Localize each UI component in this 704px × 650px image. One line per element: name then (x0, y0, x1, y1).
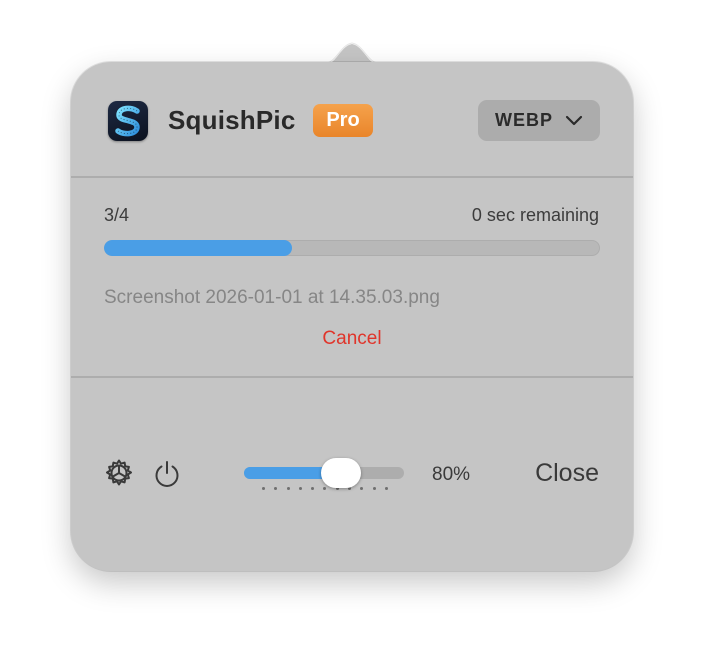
progress-bar (104, 240, 600, 256)
settings-button[interactable] (104, 458, 134, 488)
format-select-value: WEBP (495, 110, 553, 130)
slider-tick (286, 487, 290, 490)
quality-slider[interactable] (244, 458, 406, 498)
close-button[interactable]: Close (535, 459, 599, 488)
slider-tick (274, 487, 278, 490)
quality-slider-ticks (262, 487, 388, 491)
popover-panel: SquishPic Pro WEBP 3/4 0 sec remaining S… (71, 62, 633, 571)
quality-slider-thumb[interactable] (321, 458, 361, 488)
progress-bar-fill (104, 240, 293, 256)
format-select[interactable]: WEBP (478, 100, 600, 141)
popover-window: SquishPic Pro WEBP 3/4 0 sec remaining S… (0, 0, 704, 650)
slider-tick (384, 487, 388, 490)
pro-badge: Pro (313, 104, 373, 137)
slider-tick (262, 487, 265, 490)
slider-tick (311, 487, 315, 490)
slider-tick (372, 487, 376, 490)
power-icon (155, 461, 179, 487)
slider-tick (360, 487, 364, 490)
quality-value: 80% (432, 464, 471, 485)
cancel-button[interactable]: Cancel (71, 328, 633, 350)
app-name: SquishPic (168, 105, 296, 135)
header-divider (71, 176, 633, 178)
section-divider (71, 376, 633, 378)
gear-icon (106, 459, 132, 486)
squishpic-s-icon (108, 101, 148, 141)
time-remaining: 0 sec remaining (471, 205, 599, 225)
slider-tick (298, 487, 302, 490)
chevron-down-icon (565, 115, 583, 127)
slider-tick (323, 487, 327, 490)
power-button[interactable] (152, 459, 182, 489)
current-file-name: Screenshot 2026-01-01 at 14.35.03.png (104, 287, 440, 308)
progress-count: 3/4 (104, 205, 130, 225)
